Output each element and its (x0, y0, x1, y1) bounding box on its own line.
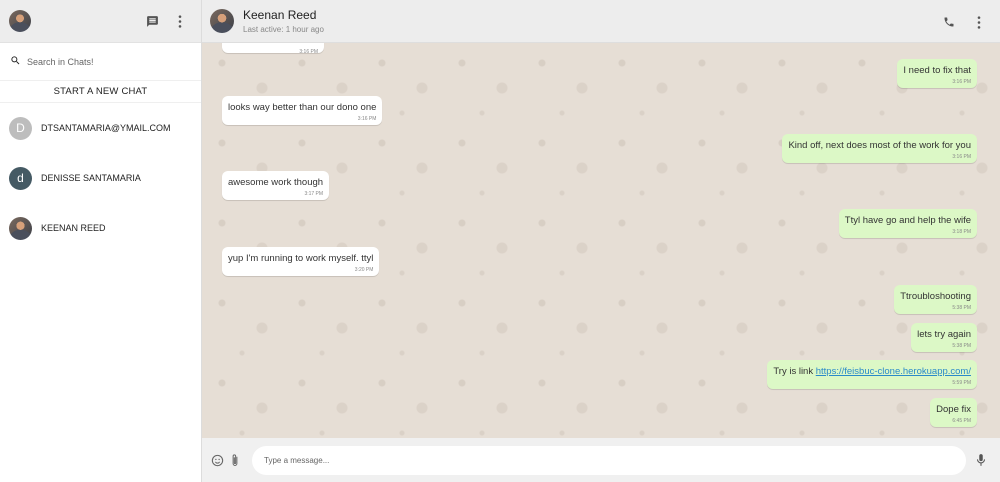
search-icon (10, 53, 21, 71)
contact-name: Keenan Reed (243, 8, 317, 22)
conversation-panel: Keenan Reed Last active: 1 hour ago 3:16… (202, 0, 1000, 482)
message-text: yup I'm running to work myself. ttyl (228, 253, 374, 264)
sidebar-header (0, 0, 201, 43)
chat-list-item[interactable]: d DENISSE SANTAMARIA (0, 153, 201, 203)
incoming-message: 3:16 PM (222, 43, 324, 55)
phone-icon[interactable] (942, 13, 956, 31)
last-active-status: Last active: 1 hour ago (243, 25, 324, 34)
contact-avatar[interactable] (210, 9, 234, 33)
new-message-icon[interactable] (145, 12, 159, 30)
message-input[interactable] (252, 445, 966, 475)
sidebar: START A NEW CHAT D DTSANTAMARIA@YMAIL.CO… (0, 0, 202, 482)
contact-name: KEENAN REED (41, 223, 106, 233)
contact-avatar: d (9, 166, 32, 190)
message-text: Kind off, next does most of the work for… (788, 140, 971, 151)
message-text: Try is link https://feisbuc-clone.heroku… (773, 366, 971, 378)
chat-list-item[interactable]: D DTSANTAMARIA@YMAIL.COM (0, 103, 201, 153)
incoming-message: awesome work though 3:17 PM (222, 171, 330, 200)
chat-list-item[interactable]: KEENAN REED (0, 203, 201, 253)
message-time: 6:45 PM (952, 418, 971, 424)
emoji-icon[interactable] (210, 451, 224, 469)
user-avatar[interactable] (9, 10, 31, 32)
contact-avatar (9, 216, 32, 240)
outgoing-message: Ttroubloshooting 5:38 PM (894, 285, 977, 314)
contact-info[interactable]: Keenan Reed Last active: 1 hour ago (243, 8, 324, 34)
message-text: I need to fix that (903, 65, 971, 76)
outgoing-message: Kind off, next does most of the work for… (782, 134, 977, 163)
message-text: lets try again (917, 329, 971, 340)
chat-list: D DTSANTAMARIA@YMAIL.COM d DENISSE SANTA… (0, 103, 201, 253)
message-time: 3:17 PM (304, 191, 324, 197)
start-new-chat-button[interactable]: START A NEW CHAT (0, 81, 201, 103)
message-composer (202, 438, 1000, 482)
message-time: 5:38 PM (952, 305, 971, 311)
conversation-header: Keenan Reed Last active: 1 hour ago (202, 0, 1000, 43)
message-text-prefix: Try is link (773, 366, 816, 377)
message-time: 5:38 PM (952, 343, 971, 349)
chat-search (0, 43, 201, 81)
message-time: 3:16 PM (299, 49, 318, 55)
contact-avatar: D (9, 116, 32, 140)
contact-name: DENISSE SANTAMARIA (41, 173, 141, 183)
attachment-icon[interactable] (228, 451, 242, 469)
message-text: Ttyl have go and help the wife (844, 215, 971, 226)
contact-name: DTSANTAMARIA@YMAIL.COM (41, 123, 171, 133)
incoming-message: looks way better than our dono one 3:16 … (222, 96, 383, 125)
message-text: awesome work though (228, 177, 324, 188)
outgoing-message: lets try again 5:38 PM (911, 323, 977, 352)
message-time: 3:18 PM (952, 229, 971, 235)
search-input[interactable] (27, 56, 187, 67)
conversation-actions (942, 13, 986, 31)
message-text: Ttroubloshooting (900, 291, 971, 302)
menu-dots-icon[interactable] (173, 12, 187, 30)
app-root: START A NEW CHAT D DTSANTAMARIA@YMAIL.CO… (0, 0, 1000, 482)
message-link[interactable]: https://feisbuc-clone.herokuapp.com/ (816, 366, 971, 377)
message-time: 3:20 PM (354, 267, 374, 273)
message-time: 5:59 PM (952, 380, 971, 386)
sidebar-header-actions (145, 12, 187, 30)
message-time: 3:16 PM (952, 79, 971, 85)
message-list[interactable]: 3:16 PM I need to fix that 3:16 PM looks… (202, 43, 1000, 438)
outgoing-message: Dope fix 6:45 PM (930, 398, 977, 427)
outgoing-message: Ttyl have go and help the wife 3:18 PM (838, 209, 977, 238)
message-time: 3:16 PM (357, 116, 377, 122)
microphone-icon[interactable] (974, 451, 988, 469)
outgoing-message: I need to fix that 3:16 PM (897, 59, 977, 88)
message-text: looks way better than our dono one (228, 102, 377, 113)
outgoing-message: Try is link https://feisbuc-clone.heroku… (767, 360, 977, 389)
message-text: Dope fix (936, 404, 971, 415)
incoming-message: yup I'm running to work myself. ttyl 3:2… (222, 247, 380, 276)
message-time: 3:16 PM (952, 154, 971, 160)
menu-dots-icon[interactable] (972, 13, 986, 31)
